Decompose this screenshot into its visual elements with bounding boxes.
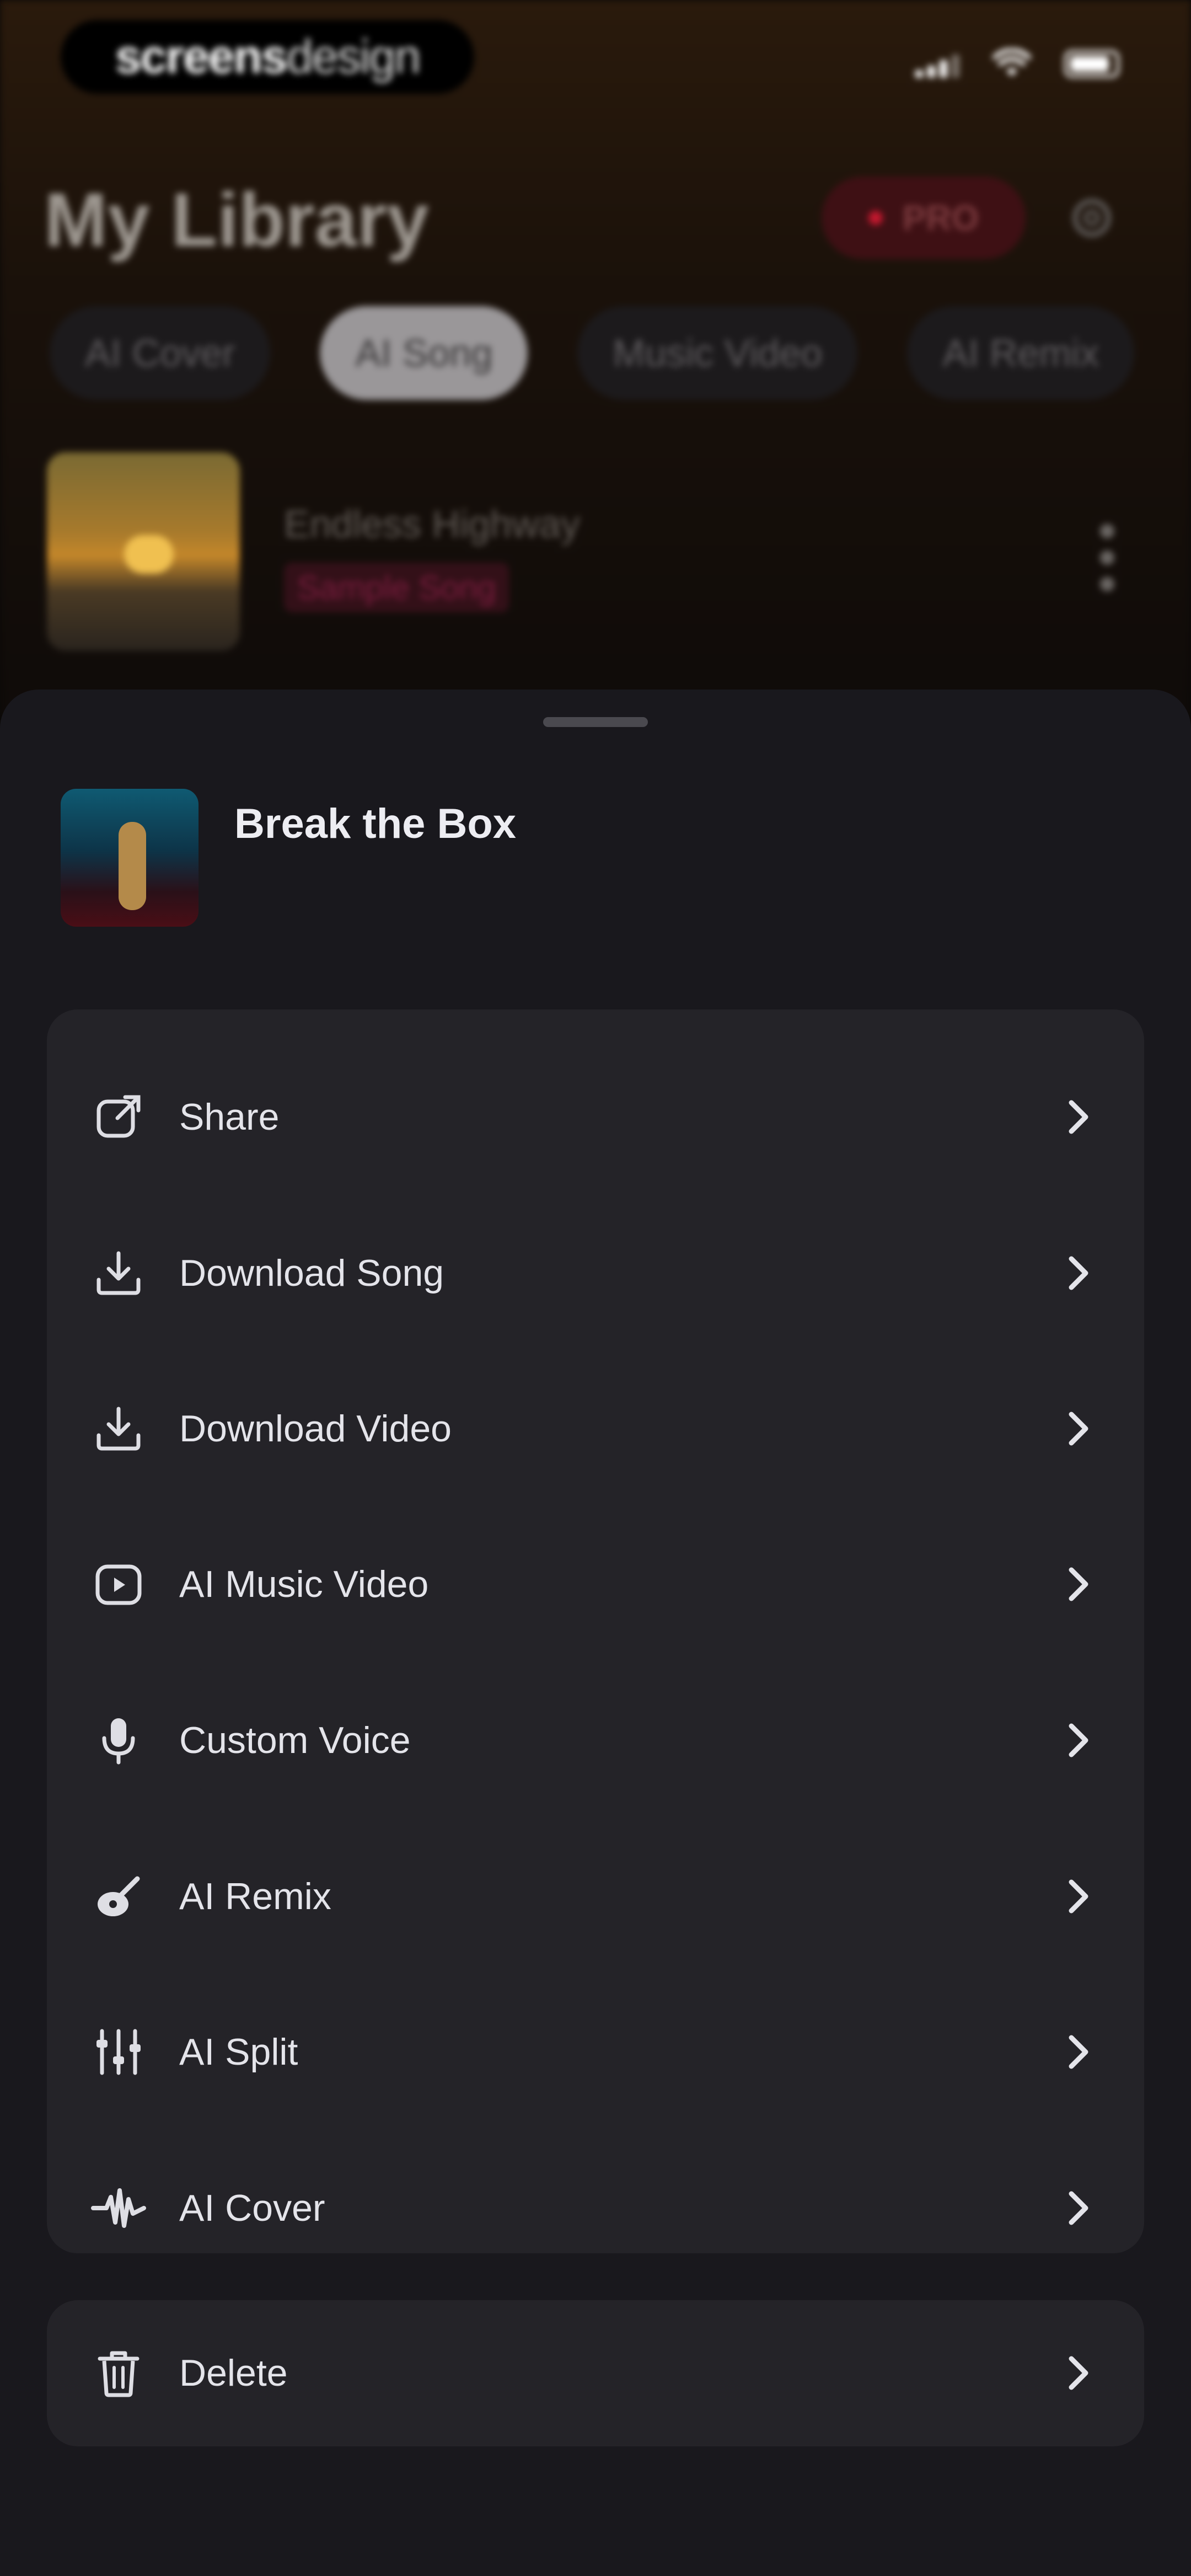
guitar-icon xyxy=(91,1869,146,1924)
download-icon xyxy=(91,1401,146,1456)
chevron-right-icon xyxy=(1069,2191,1088,2225)
chevron-right-icon xyxy=(1069,1567,1088,1601)
song-tag-badge: Sample Song xyxy=(284,563,509,612)
menu-item-download-song[interactable]: Download Song xyxy=(47,1218,1144,1328)
settings-gear-icon[interactable] xyxy=(1067,193,1117,243)
waveform-icon xyxy=(91,2180,146,2236)
menu-item-label: AI Cover xyxy=(179,2187,325,2229)
chevron-right-icon xyxy=(1069,1100,1088,1134)
menu-item-label: AI Split xyxy=(179,2031,298,2073)
chevron-right-icon xyxy=(1069,2035,1088,2069)
status-bar xyxy=(915,49,1119,79)
chevron-right-icon xyxy=(1069,1412,1088,1446)
wifi-icon xyxy=(993,49,1031,76)
video-play-icon xyxy=(91,1557,146,1612)
sheet-song-title: Break the Box xyxy=(234,800,517,847)
menu-item-ai-split[interactable]: AI Split xyxy=(47,1997,1144,2107)
menu-item-ai-remix[interactable]: AI Remix xyxy=(47,1841,1144,1952)
sheet-drag-handle[interactable] xyxy=(543,717,648,727)
chevron-right-icon xyxy=(1069,1879,1088,1914)
menu-item-label: AI Music Video xyxy=(179,1563,429,1605)
pro-button[interactable]: PRO xyxy=(822,177,1026,259)
song-artwork xyxy=(47,452,240,651)
pro-label: PRO xyxy=(902,198,979,238)
sheet-song-artwork xyxy=(61,789,198,927)
tab-ai-remix[interactable]: AI Remix xyxy=(907,306,1135,400)
menu-item-custom-voice[interactable]: Custom Voice xyxy=(47,1685,1144,1795)
download-icon xyxy=(91,1246,146,1301)
menu-item-label: Delete xyxy=(179,2352,288,2394)
pro-dot-icon xyxy=(868,211,883,225)
menu-item-download-video[interactable]: Download Video xyxy=(47,1373,1144,1484)
tab-ai-cover[interactable]: AI Cover xyxy=(50,306,271,400)
cellular-signal-icon xyxy=(915,50,959,78)
menu-item-share[interactable]: Share xyxy=(47,1062,1144,1172)
menu-item-label: Share xyxy=(179,1096,280,1138)
menu-item-label: Download Song xyxy=(179,1252,444,1294)
tab-music-video[interactable]: Music Video xyxy=(577,306,858,400)
chevron-right-icon xyxy=(1069,1256,1088,1290)
delete-card: Delete xyxy=(47,2300,1144,2446)
menu-item-label: Custom Voice xyxy=(179,1719,411,1761)
menu-item-ai-music-video[interactable]: AI Music Video xyxy=(47,1529,1144,1639)
library-tabs: AI Cover AI Song Music Video AI Remix xyxy=(50,306,1135,400)
menu-item-ai-cover[interactable]: AI Cover xyxy=(47,2153,1144,2263)
library-screen-background: screens design My Library PRO AI Cover AI… xyxy=(0,0,1191,717)
options-menu-card: Share Download Song Download Video AI Mu… xyxy=(47,1009,1144,2253)
song-title: Endless Highway xyxy=(284,503,580,546)
chevron-right-icon xyxy=(1069,2356,1088,2390)
menu-item-label: AI Remix xyxy=(179,1875,331,1917)
share-icon xyxy=(91,1089,146,1145)
chevron-right-icon xyxy=(1069,1723,1088,1757)
trash-icon xyxy=(91,2345,146,2401)
song-options-sheet: Break the Box Share Download Song Downlo… xyxy=(0,690,1191,2576)
battery-icon xyxy=(1064,50,1119,78)
tab-ai-song[interactable]: AI Song xyxy=(320,306,528,400)
menu-item-delete[interactable]: Delete xyxy=(47,2318,1144,2428)
sliders-icon xyxy=(91,2024,146,2080)
brand-logo: screens design xyxy=(61,20,474,94)
library-list-item[interactable]: Endless Highway Sample Song xyxy=(47,452,1150,651)
page-title: My Library xyxy=(44,178,429,263)
more-options-icon[interactable] xyxy=(1100,524,1117,591)
microphone-icon xyxy=(91,1713,146,1768)
menu-item-label: Download Video xyxy=(179,1408,452,1450)
